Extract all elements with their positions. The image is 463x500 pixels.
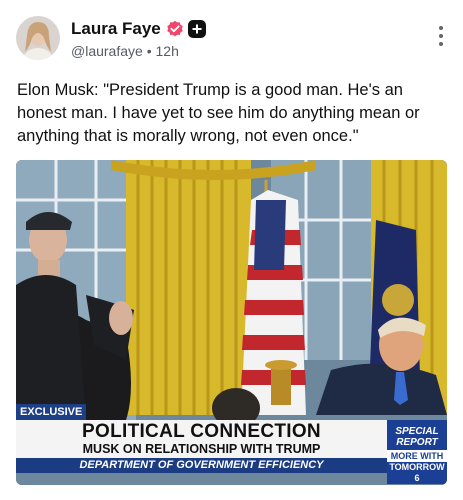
avatar[interactable] <box>16 16 60 60</box>
more-with-label: MORE WITH <box>390 451 444 461</box>
chyron-ticker: DEPARTMENT OF GOVERNMENT EFFICIENCY <box>16 458 387 473</box>
more-options-icon[interactable] <box>435 26 447 50</box>
author-handle[interactable]: @laurafaye <box>71 43 143 59</box>
exclusive-tag: EXCLUSIVE <box>16 404 87 420</box>
chyron-subheadline: MUSK ON RELATIONSHIP WITH TRUMP <box>82 442 321 456</box>
plus-badge-icon <box>187 20 206 38</box>
post-image[interactable]: EXCLUSIVE POLITICAL CONNECTION MUSK ON R… <box>16 160 447 485</box>
chyron-headline: POLITICAL CONNECTION <box>82 421 321 442</box>
post-header: Laura Faye @laurafaye • 12h <box>16 16 447 64</box>
special-line-2: REPORT <box>396 437 438 448</box>
verified-badge-icon <box>166 20 184 38</box>
news-chyron: POLITICAL CONNECTION MUSK ON RELATIONSHI… <box>16 420 387 458</box>
meta-separator: • <box>146 43 152 59</box>
tomorrow-label: TOMORROW 6 <box>387 462 447 484</box>
post-card[interactable]: Laura Faye @laurafaye • 12h Elon Musk: "… <box>0 0 463 500</box>
special-line-1: SPECIAL <box>395 426 439 437</box>
post-timestamp[interactable]: 12h <box>156 43 179 59</box>
post-text: Elon Musk: "President Trump is a good ma… <box>17 81 420 145</box>
post-meta: @laurafaye • 12h <box>71 43 206 59</box>
more-with-box: MORE WITH TOMORROW 6 <box>387 450 447 484</box>
author-name[interactable]: Laura Faye <box>71 19 161 39</box>
